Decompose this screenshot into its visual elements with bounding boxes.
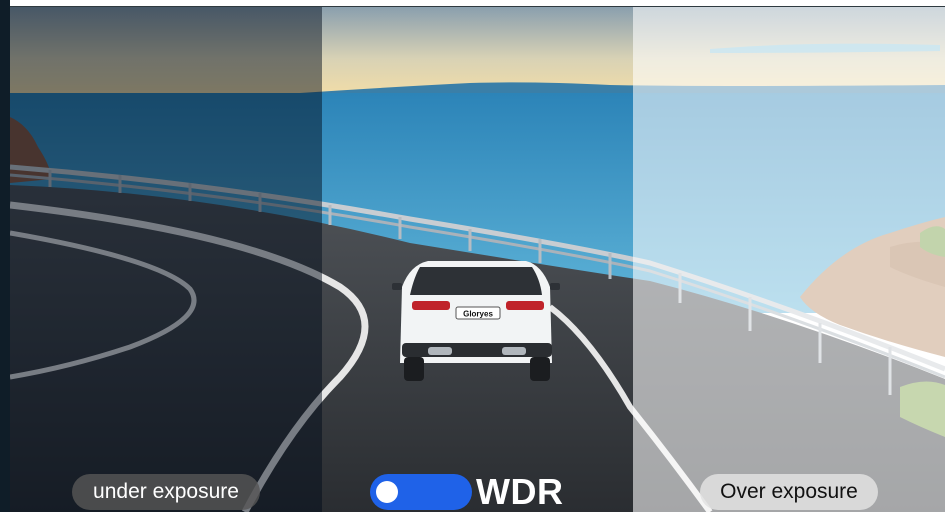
under-exposure-label: under exposure [72,474,260,510]
toggle-knob [376,481,398,503]
over-exposure-label: Over exposure [700,474,878,510]
toggle-switch-icon[interactable] [370,474,472,510]
wdr-label: WDR [476,471,564,512]
wdr-comparison-image: Gloryes under exposure WDR Over exposure [0,0,945,512]
left-edge-strip [0,0,10,512]
wdr-toggle-group[interactable]: WDR [370,471,564,512]
white-suv: Gloryes [392,261,560,381]
license-plate: Gloryes [463,310,493,319]
under-exposure-panel [10,7,322,512]
over-exposure-panel [633,7,945,512]
